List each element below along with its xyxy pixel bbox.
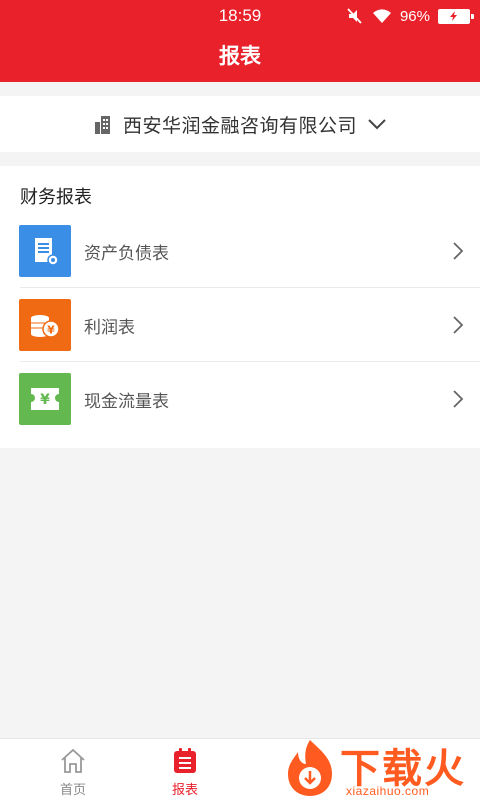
status-bar: 18:59 96% [0,0,480,32]
watermark-url: xiazaihuo.com [346,784,430,798]
chevron-right-icon [453,242,464,260]
svg-text:¥: ¥ [40,392,50,408]
chevron-right-icon [453,316,464,334]
financial-reports-section: 财务报表 资产负债表 ¥ 利润表 ¥ 现金流量表 [0,166,480,448]
nav-label: 报表 [171,783,198,798]
report-icon [174,748,196,773]
battery-icon [438,8,474,24]
watermark-logo: 下载火 xiazaihuo.com [280,736,480,800]
coins-icon: ¥ [19,299,71,351]
report-item-cash-flow[interactable]: ¥ 现金流量表 [0,362,480,436]
report-label: 现金流量表 [84,392,169,412]
cash-icon: ¥ [19,373,71,425]
company-selector[interactable]: 西安华润金融咨询有限公司 [0,96,480,152]
company-name: 西安华润金融咨询有限公司 [122,114,357,137]
flame-logo-icon [288,740,332,796]
chevron-right-icon [453,390,464,408]
wifi-icon [372,9,391,23]
nav-item-report[interactable]: 报表 [145,739,225,800]
svg-text:¥: ¥ [47,324,55,337]
nav-label: 首页 [59,783,86,798]
status-icons: 96% [346,6,474,26]
chevron-down-icon [368,119,386,130]
page-title: 报表 [219,44,261,68]
section-title: 财务报表 [20,187,92,208]
battery-percent: 96% [399,7,430,25]
report-label: 利润表 [84,318,135,338]
report-label: 资产负债表 [84,244,169,264]
building-icon [94,116,110,134]
mute-icon [347,8,362,24]
home-icon [61,748,85,773]
app-header: 18:59 96% 报表 [0,0,480,82]
nav-item-home[interactable]: 首页 [33,739,113,800]
report-item-income-statement[interactable]: ¥ 利润表 [0,288,480,362]
report-item-balance-sheet[interactable]: 资产负债表 [0,214,480,288]
document-icon [19,225,71,277]
